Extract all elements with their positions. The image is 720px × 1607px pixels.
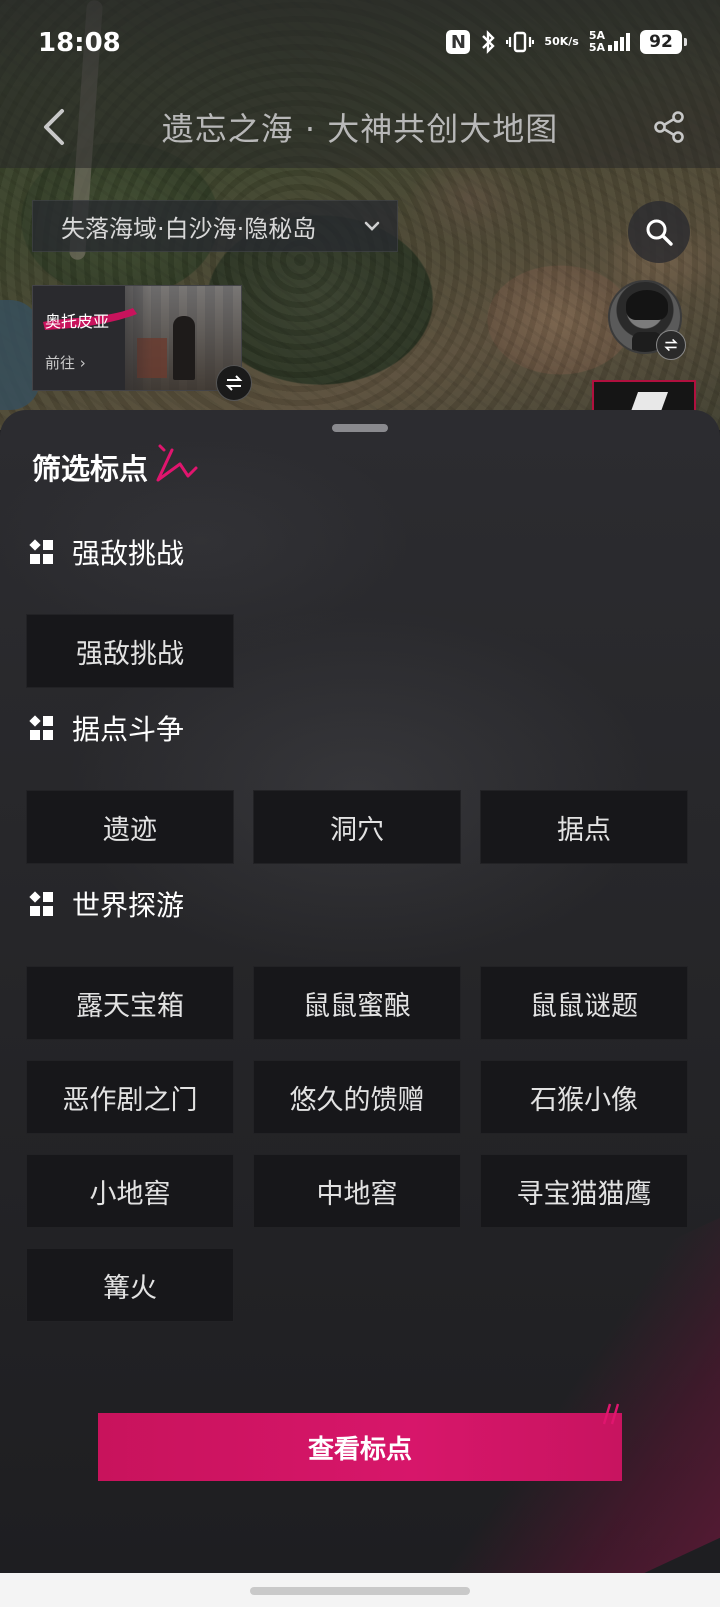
- slash-decoration: [602, 1403, 620, 1425]
- swap-icon: [664, 338, 678, 352]
- brush-stroke-decoration: [156, 444, 198, 482]
- filter-chip[interactable]: 洞穴: [253, 790, 461, 864]
- filter-chip[interactable]: 石猴小像: [480, 1060, 688, 1134]
- location-card[interactable]: 奥托皮亚 前往 ›: [32, 285, 242, 391]
- share-icon: [654, 111, 684, 143]
- battery-icon: 92: [640, 30, 687, 54]
- section-label: 世界探游: [72, 889, 185, 922]
- filter-chip[interactable]: 悠久的馈赠: [253, 1060, 461, 1134]
- net-speed-unit: K/s: [559, 35, 579, 48]
- bluetooth-icon: [480, 30, 496, 54]
- section-header-exploration: 世界探游: [30, 884, 184, 924]
- filter-chip[interactable]: 强敌挑战: [26, 614, 234, 688]
- location-go-link[interactable]: 前往 ›: [45, 352, 86, 373]
- home-gesture-bar[interactable]: [250, 1587, 470, 1595]
- filter-sheet: 筛选标点 强敌挑战 强敌挑战 据点斗争 遗迹 洞穴 据点 世界探游 露天宝箱 鼠…: [0, 410, 720, 1573]
- filter-chip[interactable]: 恶作剧之门: [26, 1060, 234, 1134]
- vibrate-icon: [506, 30, 535, 54]
- net-speed: 50 K/s: [544, 36, 578, 48]
- switch-character-button[interactable]: [656, 330, 686, 360]
- filter-chip[interactable]: 小地窖: [26, 1154, 234, 1228]
- filter-chip[interactable]: 中地窖: [253, 1154, 461, 1228]
- view-markers-button[interactable]: 查看标点: [98, 1413, 622, 1481]
- filter-chip[interactable]: 寻宝猫猫鹰: [480, 1154, 688, 1228]
- region-dropdown[interactable]: 失落海域·白沙海·隐秘岛: [32, 200, 398, 252]
- nfc-icon: N: [446, 30, 471, 54]
- grid-icon: [30, 892, 54, 916]
- search-icon: [646, 219, 673, 246]
- page-title: 遗忘之海 · 大神共创大地图: [161, 110, 559, 148]
- search-button[interactable]: [628, 201, 690, 263]
- section-label: 强敌挑战: [72, 537, 185, 570]
- swap-icon: [225, 375, 243, 391]
- grid-icon: [30, 540, 54, 564]
- location-name: 奥托皮亚: [45, 312, 110, 331]
- status-bar: 18:08 N 50 K/s 5A 5A 92: [0, 0, 720, 86]
- section-header-enemy: 强敌挑战: [30, 532, 184, 572]
- share-button[interactable]: [644, 102, 694, 152]
- sheet-decoration: [400, 1199, 720, 1573]
- top-header: 遗忘之海 · 大神共创大地图: [0, 86, 720, 168]
- filter-chip[interactable]: 篝火: [26, 1248, 234, 1322]
- filter-chip[interactable]: 据点: [480, 790, 688, 864]
- chevron-down-icon: [364, 221, 380, 231]
- section-label: 据点斗争: [72, 713, 185, 746]
- switch-location-button[interactable]: [216, 365, 252, 401]
- signal-icon: 5A 5A: [589, 30, 630, 54]
- net-speed-value: 50: [544, 35, 560, 48]
- sheet-drag-handle[interactable]: [332, 424, 388, 432]
- status-time: 18:08: [38, 28, 121, 58]
- signal-sim2: 5A: [588, 41, 605, 54]
- filter-chip[interactable]: 露天宝箱: [26, 966, 234, 1040]
- grid-icon: [30, 716, 54, 740]
- region-label: 失落海域·白沙海·隐秘岛: [61, 214, 317, 243]
- filter-chip[interactable]: 遗迹: [26, 790, 234, 864]
- sheet-title: 筛选标点: [32, 452, 149, 486]
- system-nav-bar: [0, 1573, 720, 1607]
- battery-level: 92: [649, 32, 673, 52]
- filter-chip[interactable]: 鼠鼠蜜酿: [253, 966, 461, 1040]
- section-header-stronghold: 据点斗争: [30, 708, 184, 748]
- filter-chip[interactable]: 鼠鼠谜题: [480, 966, 688, 1040]
